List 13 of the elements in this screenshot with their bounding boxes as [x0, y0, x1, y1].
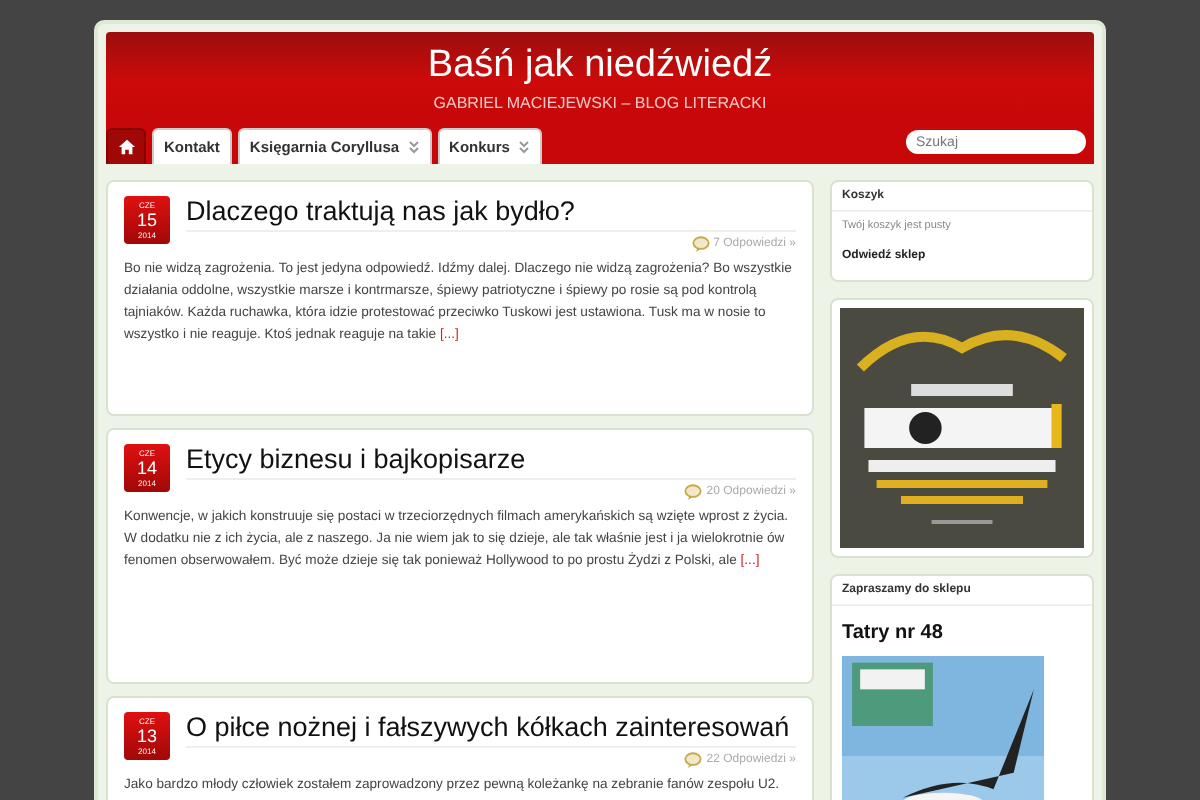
site-title[interactable]: Baśń jak niedźwiedź — [106, 44, 1094, 88]
home-icon — [117, 138, 135, 156]
comment-icon — [684, 751, 703, 767]
post-title[interactable]: Etycy biznesu i bajkopisarze — [186, 444, 796, 480]
chevron-icon — [517, 140, 530, 154]
post-title[interactable]: Dlaczego traktują nas jak bydło? — [186, 196, 796, 232]
comment-icon — [691, 235, 710, 251]
site-tagline: GABRIEL MACIEJEWSKI – BLOG LITERACKI — [431, 94, 769, 112]
comment-icon — [684, 483, 703, 499]
home-tab[interactable] — [106, 128, 146, 164]
post-title[interactable]: O piłce nożnej i fałszywych kółkach zainteresowań — [186, 712, 796, 748]
product-title[interactable]: Tatry nr 48 — [842, 622, 1082, 644]
chevron-icon — [407, 140, 420, 154]
